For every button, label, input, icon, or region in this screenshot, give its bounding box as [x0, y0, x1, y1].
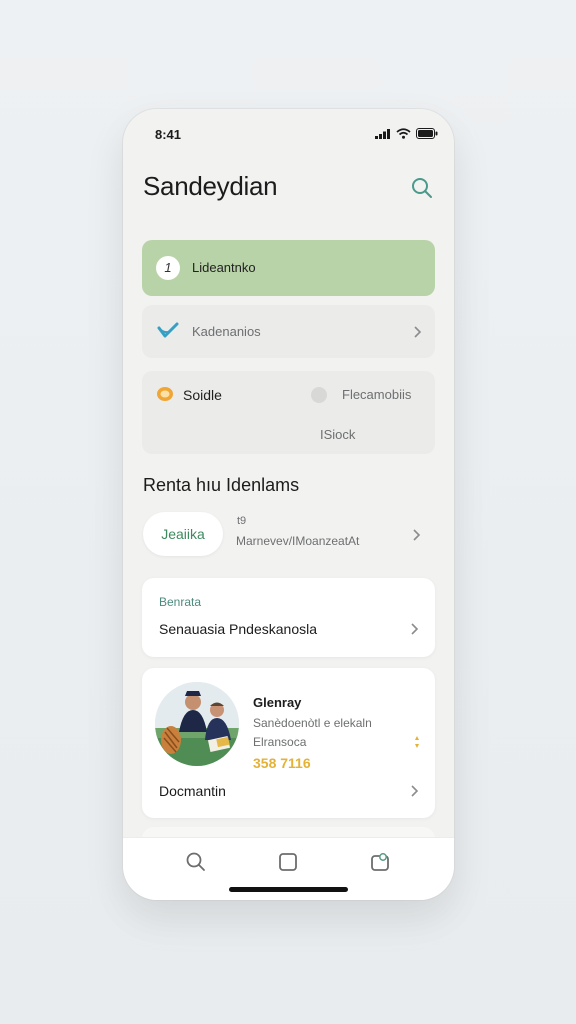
- avatar: [155, 682, 239, 766]
- search-icon[interactable]: [410, 176, 434, 200]
- section-title: Renta hıu Idenlams: [143, 475, 300, 495]
- page-title: Sandeydian: [143, 171, 278, 201]
- info-card[interactable]: Benrata Senauasia Pndeskanosla: [142, 578, 435, 657]
- square-icon[interactable]: [277, 851, 299, 873]
- wifi-icon: [396, 128, 411, 139]
- side-text: Marnevev/IMoanzeatAt: [236, 534, 360, 548]
- chevron-right-icon: [414, 326, 422, 338]
- profile-card[interactable]: Glenray Sanèdoenòtl e elekaln Elransoca …: [142, 668, 435, 818]
- home-indicator: [229, 887, 348, 892]
- status-icons: [375, 128, 438, 139]
- card-eyebrow: Benrata: [159, 595, 202, 609]
- list-item-double[interactable]: Soidle Flecamobiis ISiock: [142, 371, 435, 454]
- list-item-label: Kadenanios: [192, 324, 261, 339]
- chevron-right-icon[interactable]: [412, 528, 421, 542]
- tab-bar: [123, 837, 454, 900]
- card-title: Senauasia Pndeskanosla: [159, 621, 318, 637]
- sort-icon[interactable]: [414, 735, 420, 749]
- item-sub-label: ISiock: [320, 427, 356, 442]
- card-footer: Docmantin: [159, 783, 226, 799]
- profile-line1: Sanèdoenòtl e elekaln: [253, 716, 372, 730]
- battery-icon: [416, 128, 438, 139]
- status-time: 8:41: [155, 127, 182, 142]
- phone-frame: 8:41 Sandeydian 1 Lideantnko Kadenanios …: [123, 109, 454, 900]
- circle-icon: [311, 387, 327, 403]
- step-number: 1: [156, 256, 180, 280]
- people-illustration-icon: [155, 682, 239, 766]
- item-left-label: Soidle: [183, 387, 222, 403]
- list-item-selected[interactable]: 1 Lideantnko: [142, 240, 435, 296]
- chevron-right-icon: [411, 785, 419, 797]
- signal-icon: [375, 128, 390, 139]
- filter-pill[interactable]: Jeaiika: [143, 512, 223, 556]
- list-item[interactable]: Kadenanios: [142, 305, 435, 358]
- profile-value: 358 7116: [253, 755, 311, 771]
- item-right-label: Flecamobiis: [342, 387, 412, 402]
- chevron-right-icon: [411, 623, 419, 635]
- status-bar: 8:41: [123, 109, 454, 149]
- list-item-label: Lideantnko: [192, 260, 256, 275]
- home-search-icon[interactable]: [185, 851, 207, 873]
- profile-name: Glenray: [253, 695, 302, 710]
- calendar-icon[interactable]: [369, 851, 391, 873]
- profile-line2: Elransoca: [253, 735, 307, 749]
- check-icon: [157, 322, 179, 338]
- coin-icon: [157, 387, 173, 401]
- side-top-label: t9: [237, 515, 247, 527]
